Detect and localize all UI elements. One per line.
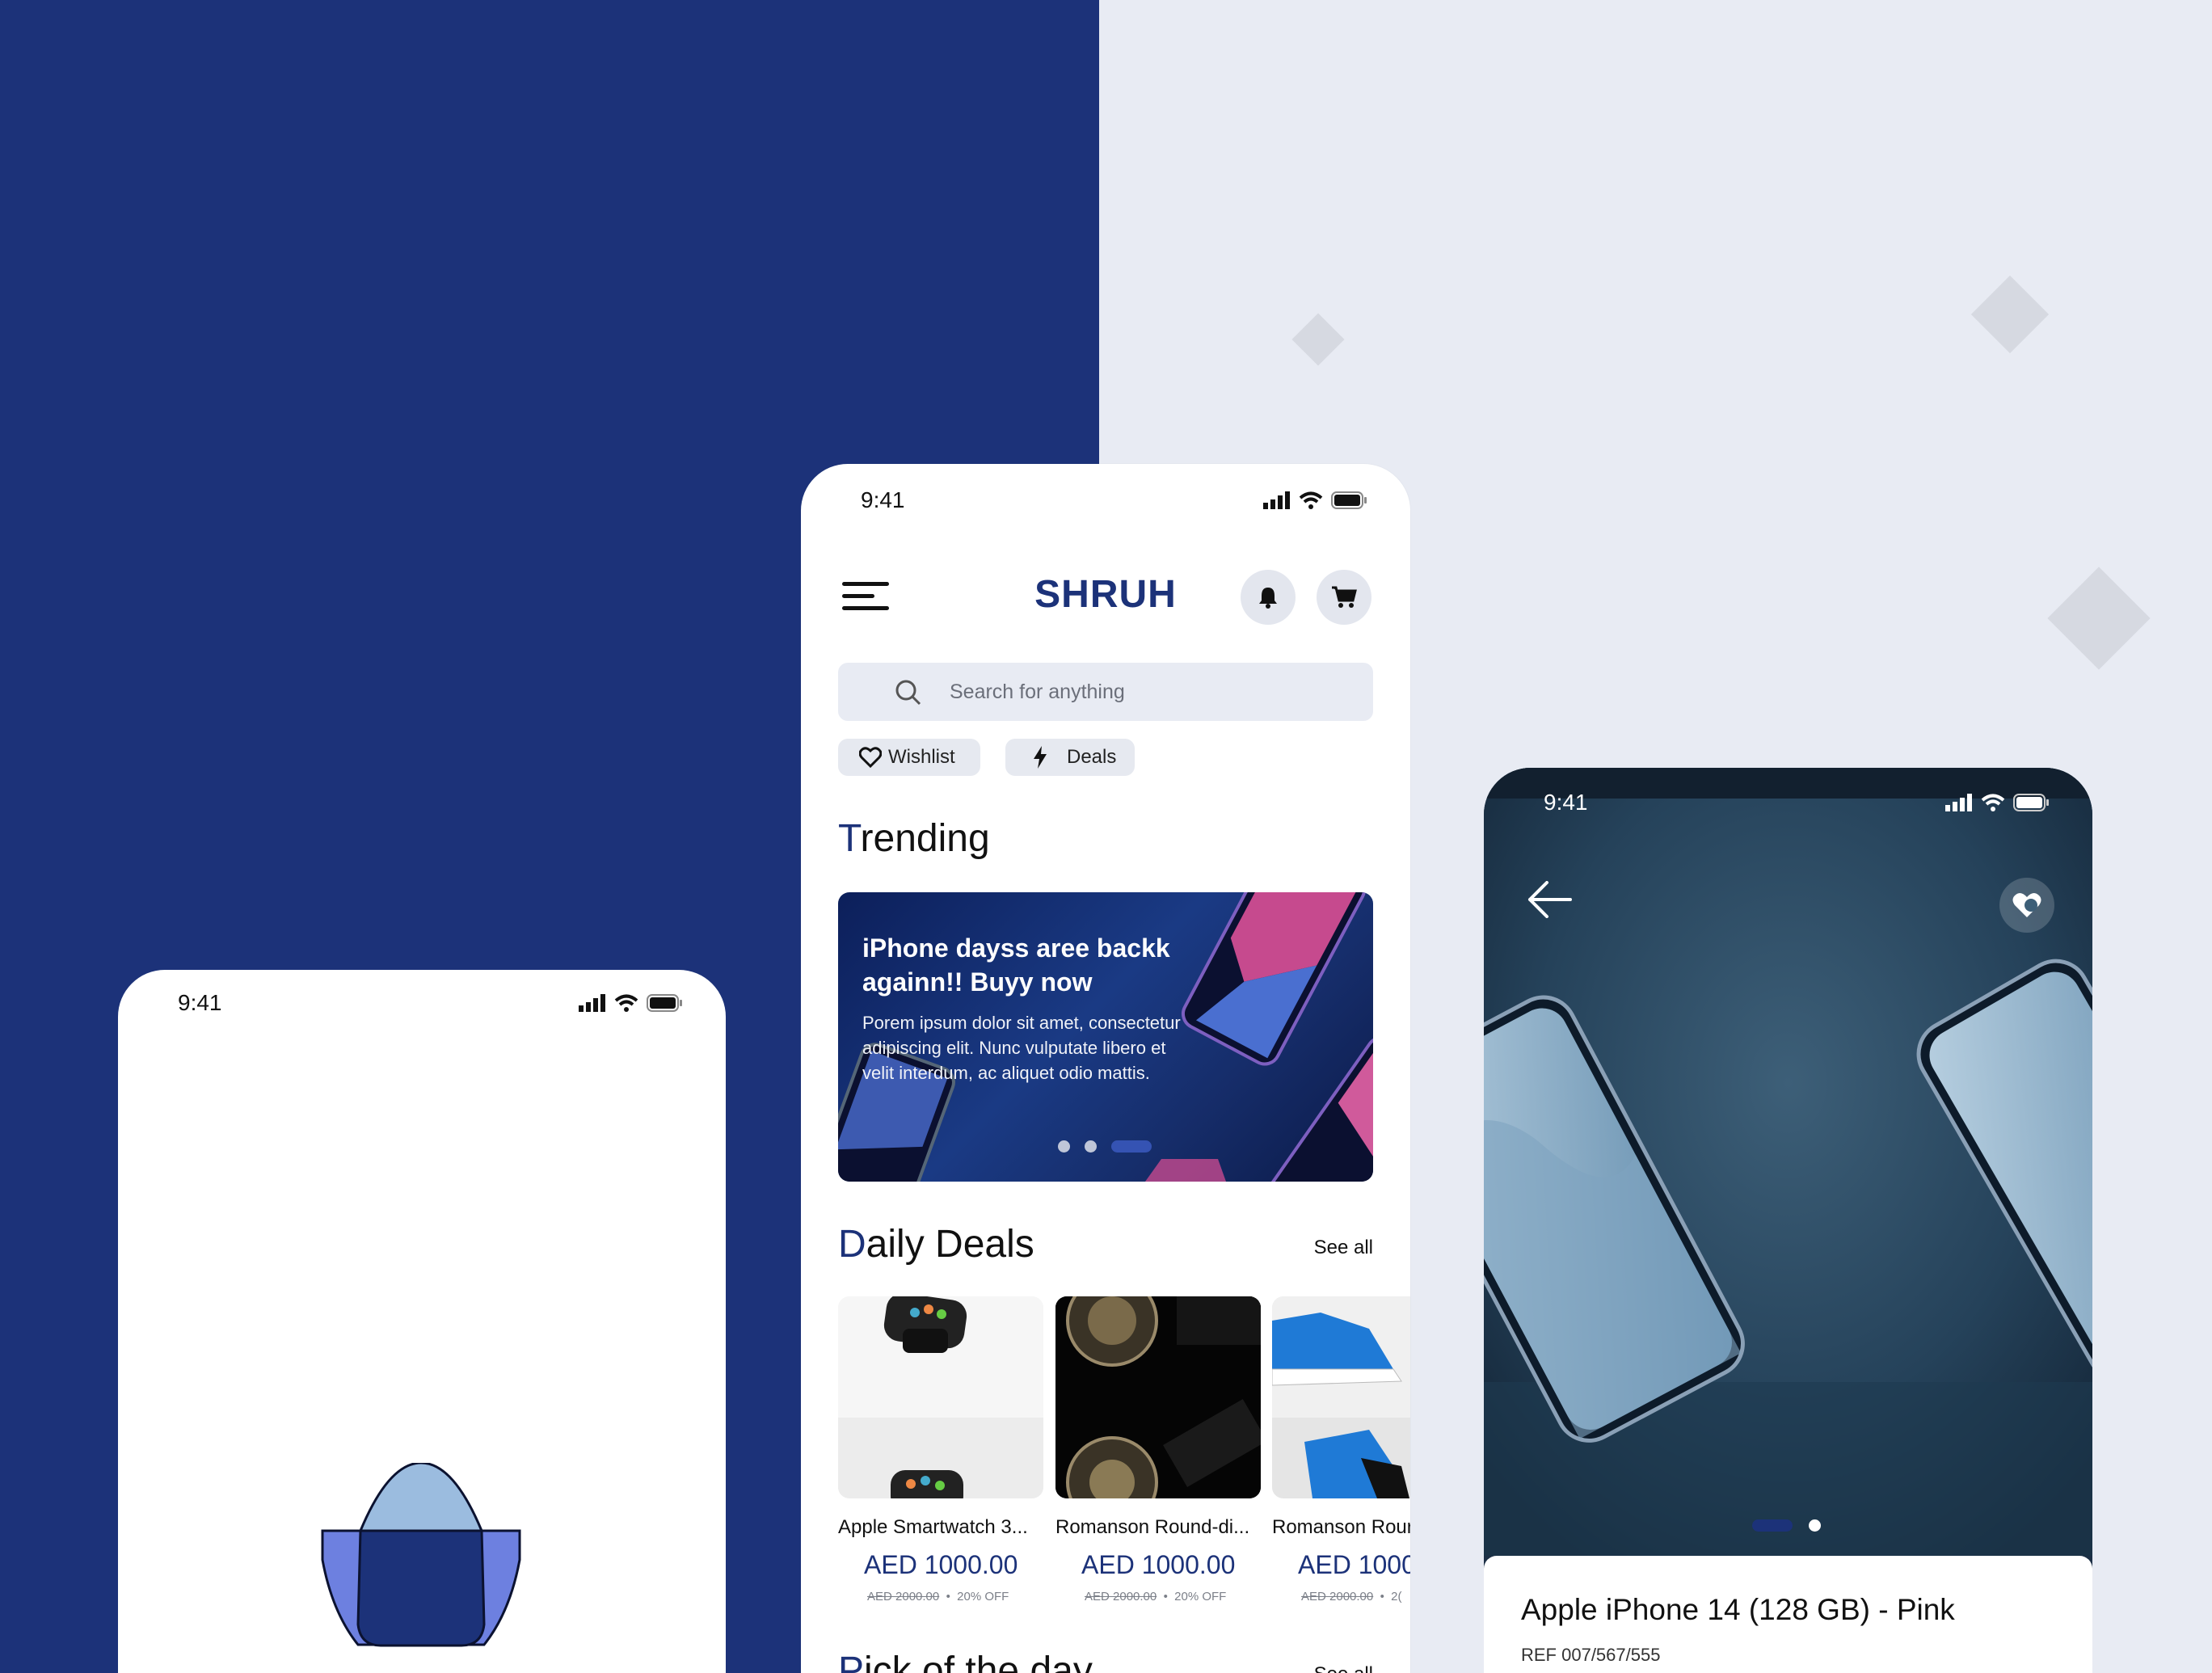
discount: 20% OFF bbox=[1174, 1590, 1227, 1603]
product-image bbox=[838, 1296, 1043, 1498]
product-price: AED 1000 bbox=[1298, 1550, 1410, 1579]
wishlist-chip[interactable]: Wishlist bbox=[838, 739, 980, 776]
notifications-button[interactable] bbox=[1241, 570, 1296, 625]
old-price: AED 2000.00 bbox=[1085, 1590, 1157, 1603]
wifi-icon bbox=[614, 994, 638, 1012]
pagination-dot-active[interactable] bbox=[1111, 1140, 1152, 1153]
signal-icon bbox=[1945, 794, 1972, 811]
splash-phone: 9:41 bbox=[118, 970, 726, 1673]
gallery-pagination[interactable] bbox=[1752, 1519, 1821, 1532]
product-name: Romanson Round-di... bbox=[1055, 1516, 1250, 1538]
pagination-dot[interactable] bbox=[1085, 1140, 1097, 1153]
daily-deals-title: Daily Deals bbox=[838, 1223, 1034, 1266]
product-meta: AED 2000.00 • 20% OFF bbox=[867, 1590, 1009, 1603]
pagination-dot[interactable] bbox=[1058, 1140, 1070, 1153]
product-meta: AED 2000.00 • 20% OFF bbox=[1085, 1590, 1227, 1603]
wishlist-label: Wishlist bbox=[888, 746, 955, 768]
cart-button[interactable] bbox=[1317, 570, 1371, 625]
old-price: AED 2000.00 bbox=[1301, 1590, 1374, 1603]
signal-icon bbox=[579, 994, 605, 1012]
product-price: AED 1000.00 bbox=[864, 1550, 1018, 1579]
banner-body: Porem ipsum dolor sit amet, consectetur … bbox=[862, 1013, 1181, 1083]
discount: 2( bbox=[1391, 1590, 1402, 1603]
product-title: Apple iPhone 14 (128 GB) - Pink bbox=[1521, 1593, 1955, 1626]
bell-icon bbox=[1259, 588, 1277, 609]
battery-icon bbox=[647, 994, 682, 1012]
sneakers-image bbox=[1272, 1296, 1410, 1498]
heart-icon bbox=[2012, 892, 2041, 917]
pagination-dot[interactable] bbox=[1809, 1519, 1821, 1532]
deals-label: Deals bbox=[1067, 746, 1117, 768]
product-gallery[interactable] bbox=[1484, 768, 2092, 1556]
search-placeholder: Search for anything bbox=[950, 681, 1125, 703]
back-arrow-icon[interactable] bbox=[1527, 881, 1573, 918]
product-card[interactable]: Romanson Rour AED 1000 AED 2000.00 • 2( bbox=[1272, 1296, 1410, 1603]
product-ref: REF 007/567/555 bbox=[1521, 1645, 1661, 1665]
battery-icon bbox=[2013, 794, 2049, 811]
battery-icon bbox=[1331, 491, 1367, 509]
watch-movement-image bbox=[1055, 1296, 1261, 1498]
pick-of-day-see-all[interactable]: See all bbox=[1314, 1663, 1373, 1673]
product-detail-phone: 9:41 Apple iPhone 14 (128 GB) - Pink REF… bbox=[1484, 768, 2092, 1673]
banner-pagination[interactable] bbox=[1058, 1140, 1152, 1153]
status-time: 9:41 bbox=[861, 487, 905, 512]
pick-of-day-title: Pick of the day bbox=[838, 1650, 1093, 1673]
product-card[interactable]: Romanson Round-di... AED 1000.00 AED 200… bbox=[1055, 1296, 1261, 1603]
status-time: 9:41 bbox=[1544, 790, 1588, 815]
product-image bbox=[1272, 1296, 1410, 1498]
discount: 20% OFF bbox=[957, 1590, 1009, 1603]
heart-icon bbox=[859, 747, 882, 768]
search-icon bbox=[895, 680, 921, 706]
product-image bbox=[1055, 1296, 1261, 1498]
wifi-icon bbox=[1299, 491, 1323, 509]
status-bar: 9:41 bbox=[118, 986, 726, 1035]
old-price: AED 2000.00 bbox=[867, 1590, 940, 1603]
product-info-sheet: Apple iPhone 14 (128 GB) - Pink REF 007/… bbox=[1484, 1556, 2092, 1673]
status-bar: 9:41 bbox=[1484, 786, 2092, 834]
product-name: Apple Smartwatch 3... bbox=[838, 1516, 1028, 1538]
cart-icon bbox=[1332, 586, 1357, 608]
deals-chip[interactable]: Deals bbox=[1005, 739, 1135, 776]
product-price: AED 1000.00 bbox=[1081, 1550, 1236, 1579]
signal-icon bbox=[1263, 491, 1290, 509]
status-bar: 9:41 bbox=[801, 483, 1410, 532]
product-card[interactable]: Apple Smartwatch 3... AED 1000.00 AED 20… bbox=[838, 1296, 1043, 1603]
smartwatch-image bbox=[838, 1296, 1043, 1498]
product-meta: AED 2000.00 • 2( bbox=[1301, 1590, 1402, 1603]
banner-headline: iPhone dayss aree backk againn!! Buyy no… bbox=[862, 933, 1170, 997]
lightning-icon bbox=[1034, 746, 1047, 769]
wifi-icon bbox=[1981, 794, 2005, 811]
product-name: Romanson Rour bbox=[1272, 1516, 1410, 1538]
search-input[interactable]: Search for anything bbox=[838, 663, 1373, 721]
daily-deals-see-all[interactable]: See all bbox=[1314, 1237, 1373, 1259]
pagination-dot-active[interactable] bbox=[1752, 1519, 1793, 1532]
home-phone: 9:41 SHRUH Search for anything Wishlist … bbox=[801, 464, 1410, 1673]
wishlist-button[interactable] bbox=[1999, 878, 2054, 933]
trending-title: Trending bbox=[838, 817, 990, 860]
status-time: 9:41 bbox=[178, 990, 222, 1015]
app-logo bbox=[321, 1463, 521, 1647]
promo-banner[interactable]: iPhone dayss aree backk againn!! Buyy no… bbox=[838, 892, 1373, 1182]
